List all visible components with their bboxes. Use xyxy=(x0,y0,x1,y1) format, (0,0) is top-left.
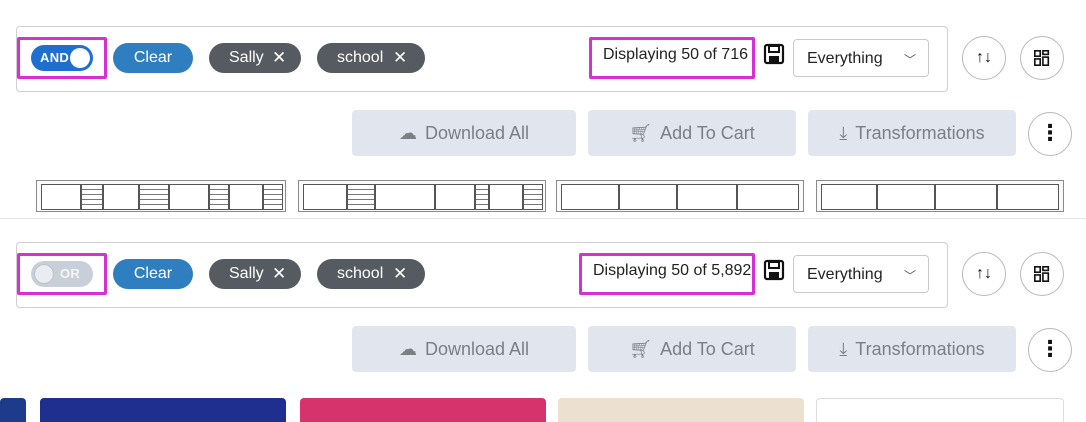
download-tray-icon: ⤓ xyxy=(839,339,848,359)
result-card[interactable] xyxy=(40,398,286,422)
highlight-box-toggle xyxy=(17,37,107,79)
filter-chip-school: school ✕ xyxy=(317,259,425,289)
chip-label: Sally xyxy=(229,265,264,282)
filter-chip-school: school ✕ xyxy=(317,43,425,73)
chevron-down-icon: ﹀ xyxy=(904,53,917,67)
clear-button[interactable]: Clear xyxy=(113,259,193,289)
clear-button[interactable]: Clear xyxy=(113,43,193,73)
close-icon[interactable]: ✕ xyxy=(393,259,407,289)
add-to-cart-label: Add To Cart xyxy=(660,339,755,359)
filter-chip-sally: Sally ✕ xyxy=(209,259,301,289)
download-all-button[interactable]: ☁ Download All xyxy=(352,326,576,372)
scope-select[interactable]: Everything ﹀ xyxy=(793,39,929,77)
highlight-box-toggle xyxy=(17,253,107,295)
result-card[interactable] xyxy=(0,398,26,422)
grid-view-icon xyxy=(1033,49,1050,67)
comic-thumbnail[interactable] xyxy=(36,180,286,212)
cloud-download-icon: ☁ xyxy=(398,123,417,143)
comic-thumbnail[interactable] xyxy=(298,180,546,212)
sort-button[interactable]: ↑↓ xyxy=(962,252,1006,296)
highlight-box-count xyxy=(579,253,755,295)
sort-icon: ↑↓ xyxy=(976,265,992,282)
grid-view-icon xyxy=(1033,265,1050,283)
download-all-button[interactable]: ☁ Download All xyxy=(352,110,576,156)
chip-label: school xyxy=(337,49,384,66)
result-card[interactable] xyxy=(816,398,1064,422)
results-card-row xyxy=(0,398,1086,422)
filter-chip-sally: Sally ✕ xyxy=(209,43,301,73)
filter-view-and: AND Clear Sally ✕ school ✕ Displaying 50… xyxy=(0,0,1086,212)
save-icon[interactable] xyxy=(763,259,785,281)
comic-thumbnail[interactable] xyxy=(556,180,804,212)
close-icon[interactable]: ✕ xyxy=(272,259,286,289)
grid-view-button[interactable] xyxy=(1020,36,1064,80)
sort-button[interactable]: ↑↓ xyxy=(962,36,1006,80)
search-filter-bar: OR Clear Sally ✕ school ✕ Displaying 50 … xyxy=(16,242,948,308)
add-to-cart-label: Add To Cart xyxy=(660,123,755,143)
add-to-cart-button[interactable]: 🛒︎ Add To Cart xyxy=(588,110,796,156)
search-filter-bar: AND Clear Sally ✕ school ✕ Displaying 50… xyxy=(16,26,948,92)
cloud-download-icon: ☁ xyxy=(398,339,417,359)
grid-view-button[interactable] xyxy=(1020,252,1064,296)
download-all-label: Download All xyxy=(424,339,530,359)
transformations-label: Transformations xyxy=(855,339,985,359)
add-to-cart-button[interactable]: 🛒︎ Add To Cart xyxy=(588,326,796,372)
cart-icon: 🛒︎ xyxy=(629,339,653,359)
result-card[interactable] xyxy=(558,398,804,422)
more-vertical-icon[interactable]: ⋮ xyxy=(1028,112,1072,156)
save-icon[interactable] xyxy=(763,43,785,65)
cart-icon: 🛒︎ xyxy=(629,123,653,143)
sort-icon: ↑↓ xyxy=(976,49,992,66)
download-tray-icon: ⤓ xyxy=(839,123,848,143)
transformations-label: Transformations xyxy=(855,123,985,143)
more-vertical-icon[interactable]: ⋮ xyxy=(1028,328,1072,372)
scope-select[interactable]: Everything ﹀ xyxy=(793,255,929,293)
close-icon[interactable]: ✕ xyxy=(272,43,286,73)
view-divider xyxy=(0,212,1086,228)
results-thumbnail-strip xyxy=(0,180,1086,212)
scope-select-value: Everything xyxy=(807,266,883,283)
highlight-box-count xyxy=(589,37,755,79)
chip-label: Sally xyxy=(229,49,264,66)
chevron-down-icon: ﹀ xyxy=(904,269,917,283)
comic-thumbnail[interactable] xyxy=(816,180,1064,212)
scope-select-value: Everything xyxy=(807,50,883,67)
transformations-button[interactable]: ⤓ Transformations xyxy=(808,110,1016,156)
transformations-button[interactable]: ⤓ Transformations xyxy=(808,326,1016,372)
close-icon[interactable]: ✕ xyxy=(393,43,407,73)
result-card[interactable] xyxy=(300,398,546,422)
filter-view-or: OR Clear Sally ✕ school ✕ Displaying 50 … xyxy=(0,228,1086,422)
download-all-label: Download All xyxy=(424,123,530,143)
chip-label: school xyxy=(337,265,384,282)
